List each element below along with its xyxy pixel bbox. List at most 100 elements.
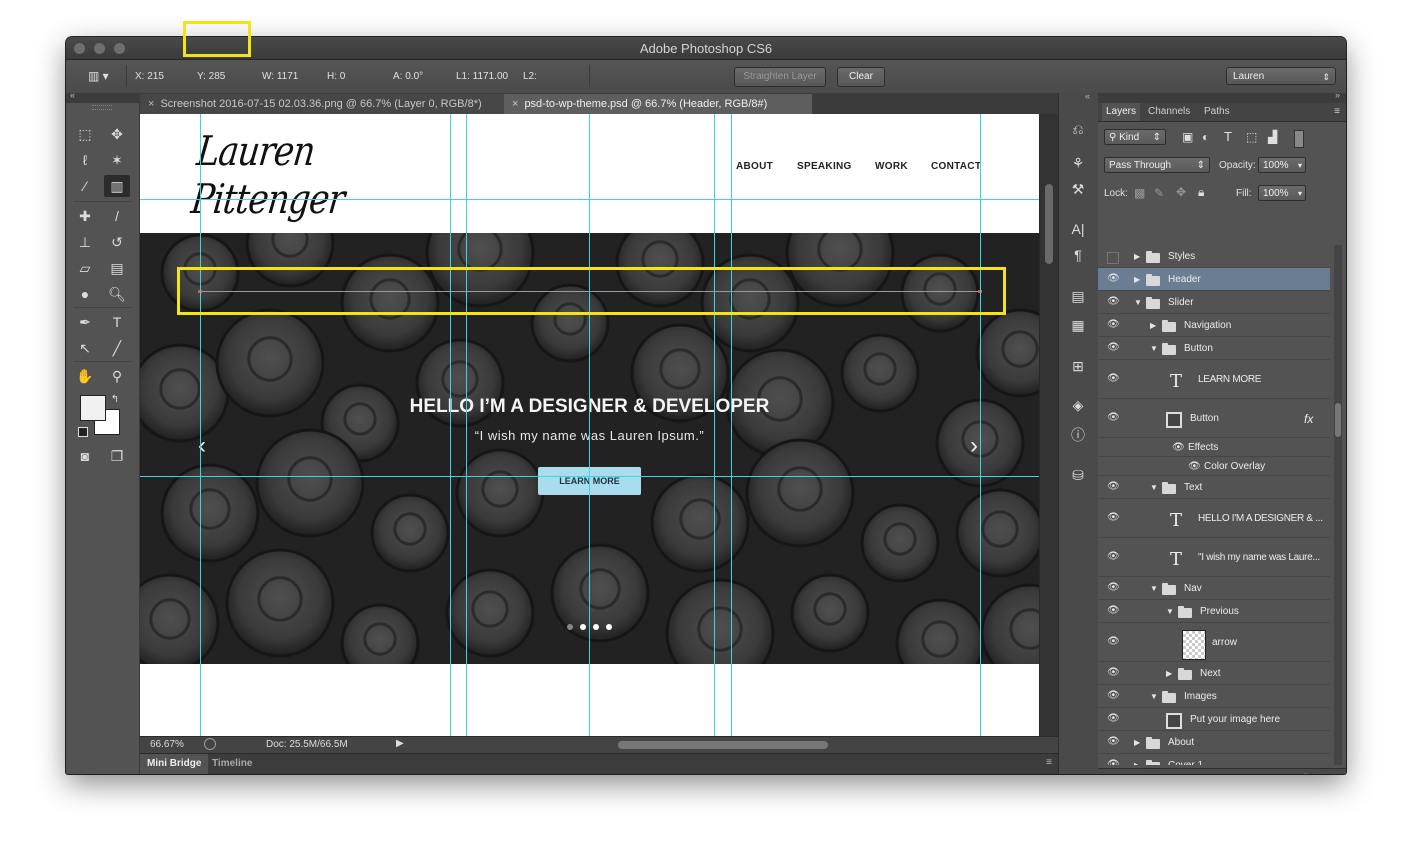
- layer-row[interactable]: 👁︎ ▶ Cover 1: [1098, 754, 1330, 765]
- visibility-eye-icon[interactable]: 👁︎: [1107, 636, 1120, 647]
- lock-transparent-icon[interactable]: ▩: [1134, 186, 1145, 200]
- status-menu-arrow-icon[interactable]: ▶: [396, 738, 404, 749]
- eraser-icon[interactable]: ▱: [72, 257, 98, 279]
- notes-icon[interactable]: ▦: [1066, 315, 1090, 335]
- visibility-eye-icon[interactable]: 👁︎: [1107, 319, 1120, 330]
- pen-icon[interactable]: ✒: [72, 311, 98, 333]
- tab-paths[interactable]: Paths: [1200, 103, 1234, 121]
- blur-icon[interactable]: ●: [72, 283, 98, 305]
- delete-layer-icon[interactable]: 🗑︎: [1298, 773, 1313, 774]
- visibility-eye-icon[interactable]: 👁︎: [1107, 273, 1120, 284]
- add-mask-icon[interactable]: ◙: [1196, 773, 1203, 774]
- document-canvas[interactable]: Lauren Pittenger ABOUT SPEAKING WORK CON…: [140, 114, 1039, 736]
- layer-row[interactable]: 👁︎ ▼ Images: [1098, 685, 1330, 708]
- expand-arrow-icon[interactable]: ▶: [1134, 275, 1140, 284]
- visibility-eye-icon[interactable]: 👁︎: [1107, 582, 1120, 593]
- layer-row[interactable]: 👁︎ arrow: [1098, 623, 1330, 662]
- layer-comps-icon[interactable]: ▤: [1066, 286, 1090, 306]
- opacity-field[interactable]: 100% ▾: [1258, 157, 1306, 173]
- close-tab-icon[interactable]: ×: [512, 98, 518, 110]
- path-select-icon[interactable]: ↖: [72, 337, 98, 359]
- layers-scroll-thumb[interactable]: [1335, 403, 1341, 437]
- lock-image-icon[interactable]: ✎: [1154, 186, 1164, 200]
- nav-about[interactable]: ABOUT: [736, 161, 773, 172]
- history-brush-icon[interactable]: ↺: [104, 231, 130, 253]
- guide-vertical[interactable]: [450, 114, 451, 736]
- marquee-icon[interactable]: ⬚: [72, 123, 98, 145]
- healing-brush-icon[interactable]: ✚: [72, 205, 98, 227]
- layer-row[interactable]: 👁︎ ▼ Button: [1098, 337, 1330, 360]
- visibility-eye-icon[interactable]: 👁︎: [1107, 412, 1120, 423]
- foreground-color-swatch[interactable]: [80, 395, 106, 421]
- panel-menu-icon[interactable]: ≡: [1330, 103, 1344, 121]
- filter-toggle[interactable]: [1294, 130, 1304, 148]
- filter-adjustment-icon[interactable]: ◐: [1202, 130, 1209, 144]
- canvas-vertical-scrollbar[interactable]: [1040, 114, 1058, 736]
- slider-dot[interactable]: [606, 624, 612, 630]
- panel-menu-icon[interactable]: ≡: [1046, 757, 1052, 768]
- ruler-tool-icon[interactable]: ▥ ▾: [88, 69, 109, 83]
- visibility-eye-icon[interactable]: 👁︎: [1107, 373, 1120, 384]
- tab-mini-bridge[interactable]: Mini Bridge: [140, 754, 209, 774]
- canvas-area[interactable]: Lauren Pittenger ABOUT SPEAKING WORK CON…: [140, 114, 1058, 736]
- expand-arrow-icon[interactable]: ▶: [1150, 321, 1156, 330]
- straighten-layer-button[interactable]: Straighten Layer: [734, 67, 826, 87]
- filter-smart-icon[interactable]: ▟: [1268, 130, 1277, 144]
- layer-row[interactable]: 👁︎ ▼ Slider: [1098, 291, 1330, 314]
- share-icon[interactable]: [204, 738, 216, 750]
- type-tool-icon[interactable]: T: [104, 311, 130, 333]
- tab-layers[interactable]: Layers: [1102, 103, 1141, 121]
- guide-vertical[interactable]: [714, 114, 715, 736]
- swap-colors-icon[interactable]: ↰: [108, 389, 122, 411]
- tab-channels[interactable]: Channels: [1144, 103, 1194, 121]
- brush-icon[interactable]: /: [104, 205, 130, 227]
- layer-row[interactable]: 👁︎ Button fx: [1098, 399, 1330, 438]
- expand-arrow-icon[interactable]: ▶: [1134, 761, 1140, 765]
- next-arrow-icon[interactable]: ›: [970, 432, 978, 460]
- tool-presets-icon[interactable]: ⚒: [1066, 179, 1090, 199]
- close-tab-icon[interactable]: ×: [148, 98, 154, 110]
- filter-pixel-icon[interactable]: ▣: [1182, 130, 1193, 144]
- new-group-icon[interactable]: ▬: [1246, 773, 1258, 774]
- visibility-eye-icon[interactable]: 👁︎: [1107, 713, 1120, 724]
- character-icon[interactable]: A|: [1066, 219, 1090, 239]
- visibility-eye-icon[interactable]: 👁︎: [1107, 605, 1120, 616]
- layer-row[interactable]: 👁︎ ▶ Navigation: [1098, 314, 1330, 337]
- nav-contact[interactable]: CONTACT: [931, 161, 981, 172]
- brush-presets-icon[interactable]: ⚘: [1066, 153, 1090, 173]
- magic-wand-icon[interactable]: ✶: [104, 149, 130, 171]
- collapse-arrow-icon[interactable]: ▼: [1150, 692, 1158, 701]
- adjustments-icon[interactable]: ⛁: [1066, 465, 1090, 485]
- add-style-icon[interactable]: fx: [1170, 773, 1179, 774]
- layer-row[interactable]: 👁︎ ▼ Previous: [1098, 600, 1330, 623]
- clear-button[interactable]: Clear: [837, 67, 885, 87]
- layer-row[interactable]: 👁︎ ▶ About: [1098, 731, 1330, 754]
- eyedropper-icon[interactable]: ⁄: [72, 175, 98, 197]
- visibility-eye-icon[interactable]: 👁︎: [1107, 296, 1120, 307]
- layer-row[interactable]: 👁︎ ▼ Nav: [1098, 577, 1330, 600]
- screen-mode-icon[interactable]: ❐: [104, 445, 130, 467]
- visibility-eye-icon[interactable]: 👁︎: [1107, 667, 1120, 678]
- effect-visibility-icon[interactable]: 👁︎: [1172, 442, 1185, 453]
- collapse-arrow-icon[interactable]: ▼: [1134, 298, 1142, 307]
- layer-row[interactable]: 👁︎ Effects: [1098, 438, 1330, 457]
- layer-row[interactable]: 👁︎ Color Overlay: [1098, 457, 1330, 476]
- slider-dot[interactable]: [593, 624, 599, 630]
- visibility-eye-icon[interactable]: 👁︎: [1107, 736, 1120, 747]
- history-icon[interactable]: ⎌: [1066, 119, 1090, 139]
- paragraph-icon[interactable]: ¶: [1066, 245, 1090, 265]
- fill-field[interactable]: 100% ▾: [1258, 185, 1306, 201]
- visibility-eye-icon[interactable]: 👁︎: [1107, 342, 1120, 353]
- visibility-off-icon[interactable]: [1107, 252, 1119, 264]
- visibility-eye-icon[interactable]: 👁︎: [1107, 759, 1120, 765]
- nav-speaking[interactable]: SPEAKING: [797, 161, 852, 172]
- guide-vertical[interactable]: [731, 114, 732, 736]
- lock-all-icon[interactable]: 🔒︎: [1198, 185, 1204, 200]
- collapse-arrow-icon[interactable]: ▼: [1150, 483, 1158, 492]
- lasso-icon[interactable]: ℓ: [72, 149, 98, 171]
- visibility-eye-icon[interactable]: 👁︎: [1107, 481, 1120, 492]
- layer-row[interactable]: 👁︎ T LEARN MORE: [1098, 360, 1330, 399]
- tab-timeline[interactable]: Timeline: [206, 754, 258, 774]
- nav-work[interactable]: WORK: [875, 161, 908, 172]
- guide-vertical[interactable]: [589, 114, 590, 736]
